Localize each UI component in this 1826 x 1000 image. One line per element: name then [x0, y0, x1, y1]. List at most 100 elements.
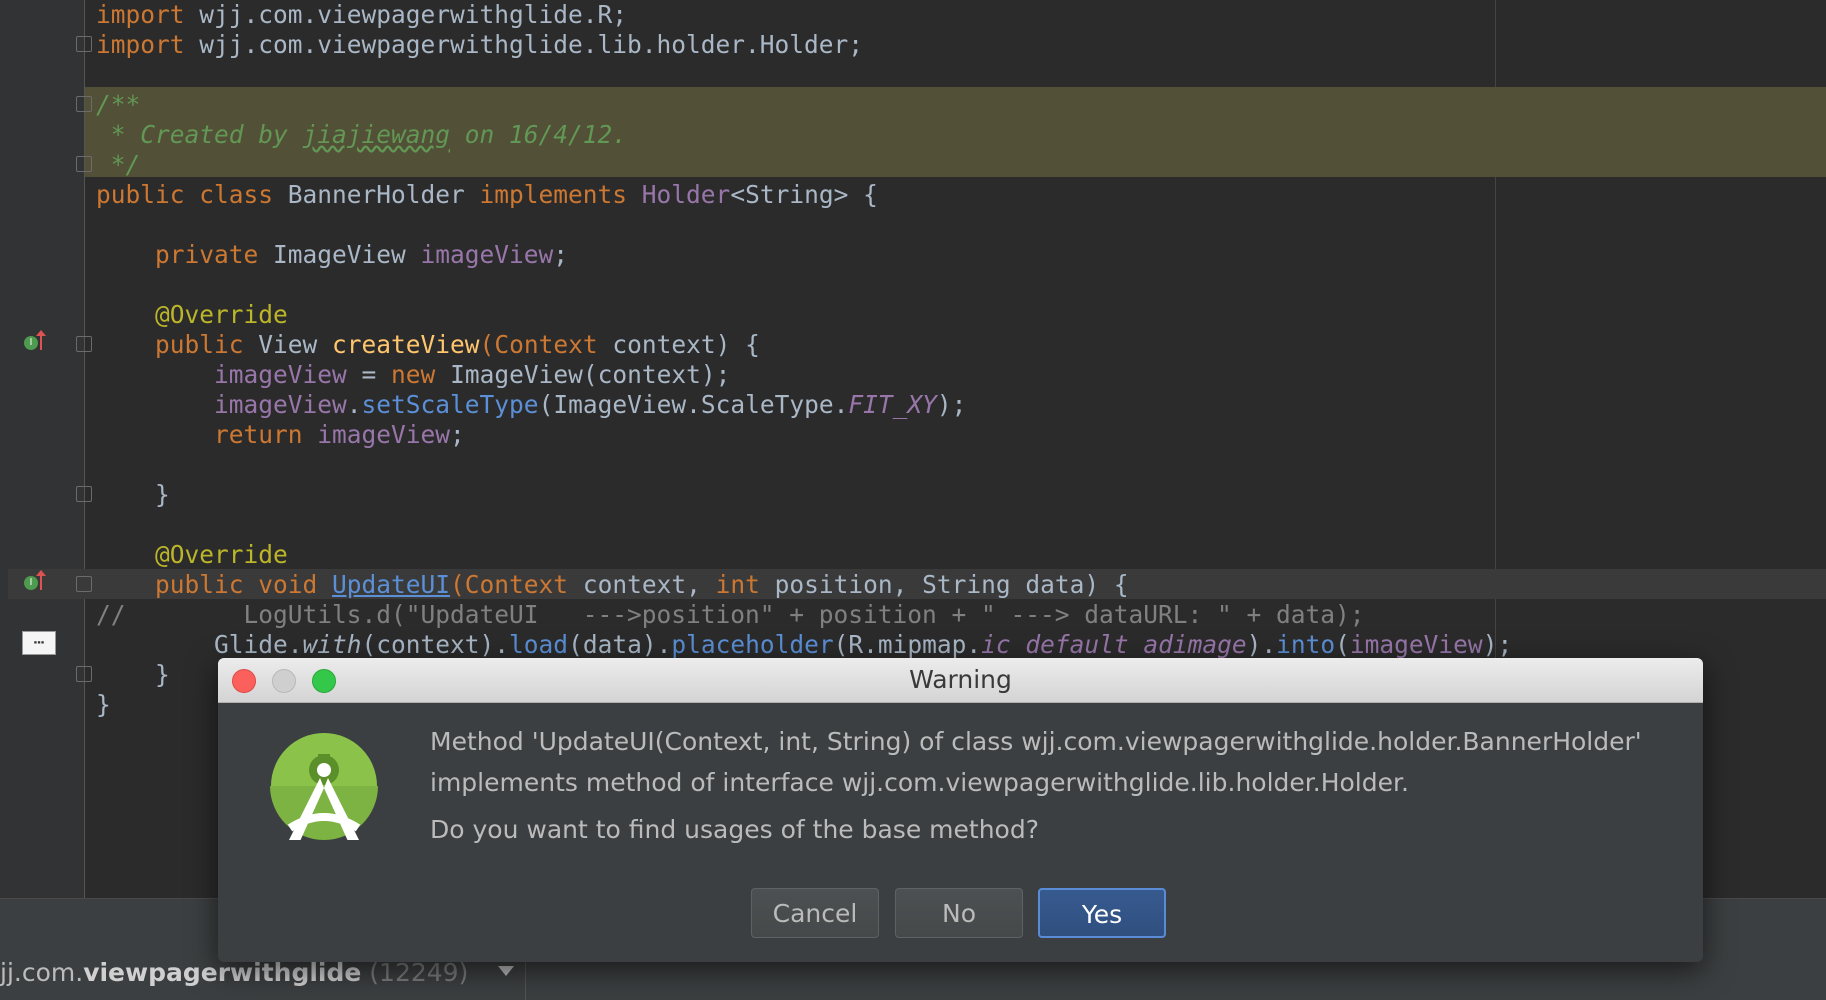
method-name: createView — [332, 330, 480, 359]
param-type: int — [715, 570, 775, 599]
code-line[interactable]: // LogUtils.d("UpdateUI --->position" + … — [96, 600, 1365, 630]
import-path: wjj.com.viewpagerwithglide.R; — [184, 0, 628, 29]
import-keyword: import — [96, 30, 185, 59]
punct: . — [346, 390, 362, 419]
dialog-title: Warning — [909, 665, 1012, 694]
field-name: imageView — [214, 360, 347, 389]
code-line[interactable]: public class BannerHolder implements Hol… — [96, 180, 878, 210]
punct: ); — [1482, 630, 1513, 659]
field-name: imageView — [420, 240, 554, 269]
field-name: imageView — [214, 390, 347, 419]
fold-icon[interactable] — [76, 96, 92, 112]
expression: ImageView(context); — [450, 360, 731, 389]
punct: ; — [450, 420, 465, 449]
class-name: BannerHolder — [287, 180, 480, 209]
no-button[interactable]: No — [895, 888, 1023, 938]
editor-gutter — [8, 0, 84, 898]
override-arrow-icon[interactable] — [36, 330, 46, 350]
static-field: ic_default_adimage — [981, 630, 1247, 659]
import-path: wjj.com.viewpagerwithglide.lib.holder.Ho… — [184, 30, 864, 59]
punct: ; — [553, 240, 569, 269]
yes-button[interactable]: Yes — [1038, 888, 1166, 938]
fold-icon[interactable] — [76, 336, 92, 352]
fold-icon[interactable] — [76, 156, 92, 172]
cancel-button[interactable]: Cancel — [751, 888, 879, 938]
code-line[interactable]: private ImageView imageView; — [96, 240, 568, 270]
code-line[interactable]: * Created by jiajiewang on 16/4/12. — [96, 120, 627, 150]
import-keyword: import — [96, 0, 185, 29]
override-arrow-icon[interactable] — [36, 570, 46, 590]
method-call: with — [302, 630, 362, 659]
param: position, — [774, 570, 923, 599]
fold-icon[interactable] — [76, 576, 92, 592]
expression: (ImageView.ScaleType. — [538, 390, 849, 419]
method-call: into — [1276, 630, 1336, 659]
field-name: imageView — [317, 420, 451, 449]
param-type: String — [922, 570, 1026, 599]
type-name: ImageView — [273, 240, 421, 269]
code-line[interactable]: } — [96, 690, 111, 720]
process-package-prefix: jj.com. — [0, 958, 84, 987]
param-type: Context — [464, 570, 583, 599]
field-name: imageView — [1349, 630, 1483, 659]
keyword: public void — [96, 570, 333, 599]
implements-method-icon[interactable]: I — [24, 336, 38, 350]
android-studio-icon — [270, 733, 378, 840]
process-id: (12249) — [361, 958, 469, 987]
code-line[interactable]: public void UpdateUI(Context context, in… — [96, 570, 1129, 600]
method-name[interactable]: UpdateUI — [332, 570, 450, 599]
param-type: Context — [494, 330, 613, 359]
comment-text: * Created by — [96, 120, 303, 149]
method-call: setScaleType — [361, 390, 539, 419]
interface-name: Holder — [641, 180, 731, 209]
param: context, — [582, 570, 716, 599]
code-line[interactable]: Glide.with(context).load(data).placehold… — [96, 630, 1512, 660]
fold-icon[interactable] — [76, 36, 92, 52]
keyword: new — [391, 360, 451, 389]
code-line[interactable]: imageView.setScaleType(ImageView.ScaleTy… — [96, 390, 966, 420]
process-name[interactable]: jj.com.viewpagerwithglide (12249) — [0, 958, 468, 987]
keyword: private — [96, 240, 274, 269]
code-line[interactable]: import wjj.com.viewpagerwithglide.lib.ho… — [96, 30, 863, 60]
type-param: <String> { — [730, 180, 878, 209]
dialog-message-line: implements method of interface wjj.com.v… — [430, 768, 1409, 797]
code-line[interactable]: public View createView(Context context) … — [96, 330, 760, 360]
code-line[interactable]: } — [96, 660, 170, 690]
code-line[interactable]: @Override — [96, 540, 288, 570]
expression: ). — [1246, 630, 1277, 659]
keyword: implements — [479, 180, 642, 209]
code-line[interactable]: return imageView; — [96, 420, 465, 450]
warning-dialog: Warning Method 'UpdateUI(Context, int, S… — [218, 658, 1703, 962]
static-field: FIT_XY — [848, 390, 937, 419]
method-call: placeholder — [671, 630, 834, 659]
param: context) { — [612, 330, 760, 359]
punct: ); — [936, 390, 967, 419]
chevron-down-icon[interactable] — [498, 966, 514, 976]
comment-text: on 16/4/12. — [450, 120, 628, 149]
type-name: View — [258, 330, 333, 359]
fold-icon[interactable] — [76, 486, 92, 502]
code-line[interactable]: } — [96, 480, 170, 510]
method-call: load — [509, 630, 569, 659]
implements-method-icon[interactable]: I — [24, 576, 38, 590]
author-name: jiajiewang — [302, 120, 451, 149]
keyword: public class — [96, 180, 288, 209]
image-resource-icon[interactable]: ▪▪▪ — [22, 631, 56, 655]
keyword: public — [96, 330, 259, 359]
dialog-question: Do you want to find usages of the base m… — [430, 815, 1039, 844]
expression: Glide. — [96, 630, 303, 659]
punct: ( — [1335, 630, 1350, 659]
code-line[interactable]: /** — [96, 90, 140, 120]
operator: = — [346, 360, 392, 389]
dialog-message-line: Method 'UpdateUI(Context, int, String) o… — [430, 727, 1642, 756]
code-line[interactable]: import wjj.com.viewpagerwithglide.R; — [96, 0, 627, 30]
code-line[interactable]: @Override — [96, 300, 288, 330]
expression: (data). — [568, 630, 672, 659]
code-line[interactable]: */ — [96, 150, 141, 180]
punct: ( — [450, 570, 465, 599]
code-line[interactable]: imageView = new ImageView(context); — [96, 360, 730, 390]
fold-icon[interactable] — [76, 666, 92, 682]
process-package-name: viewpagerwithglide — [83, 958, 362, 987]
